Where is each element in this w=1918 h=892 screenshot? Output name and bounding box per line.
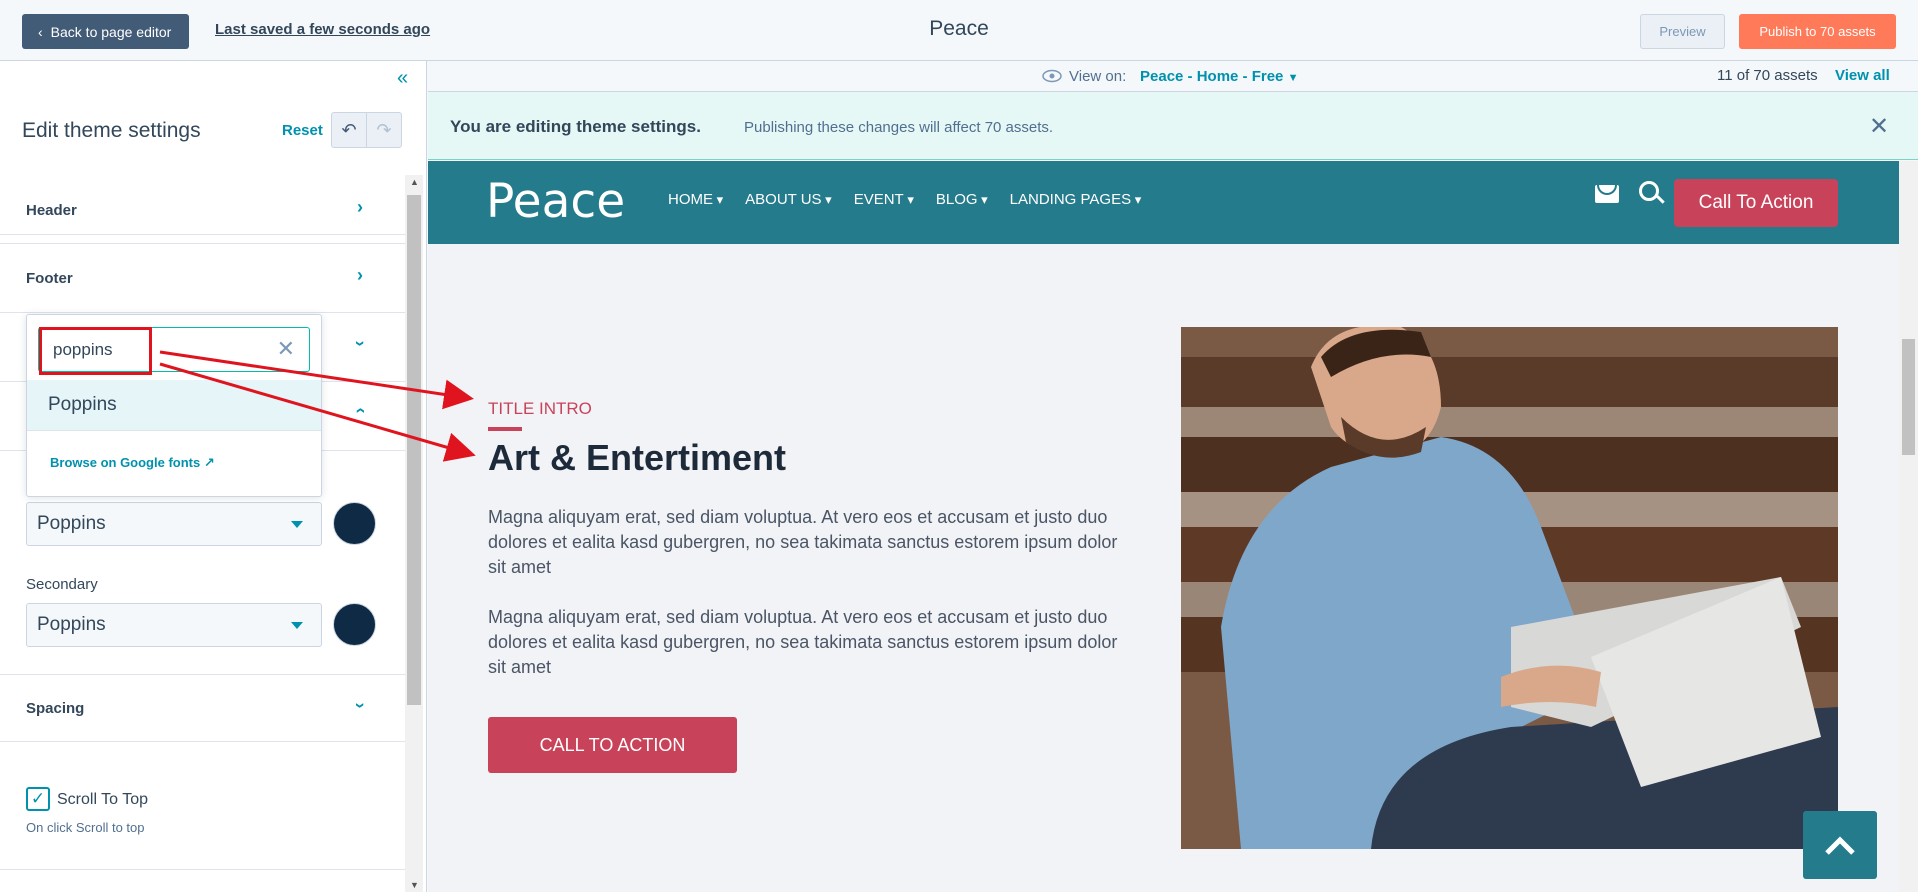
editing-banner: You are editing theme settings. Publishi…: [428, 91, 1918, 160]
primary-font-select[interactable]: Poppins: [26, 502, 322, 546]
preview-button[interactable]: Preview: [1640, 14, 1725, 49]
secondary-font-label: Secondary: [26, 576, 98, 593]
scroll-to-top-checkbox[interactable]: ✓: [26, 787, 50, 811]
view-bar: View on: Peace - Home - Free ▼ 11 of 70 …: [428, 61, 1918, 91]
primary-color-swatch[interactable]: [333, 502, 376, 545]
preview-area: View on: Peace - Home - Free ▼ 11 of 70 …: [428, 61, 1918, 892]
sidebar-scrollbar[interactable]: ▲ ▼: [405, 175, 423, 892]
nav-item-about-us[interactable]: ABOUT US: [745, 191, 832, 208]
title-intro: TITLE INTRO: [488, 399, 592, 418]
section-footer[interactable]: Footer ›: [0, 244, 405, 313]
view-page-value: Peace - Home - Free: [1140, 68, 1284, 85]
redo-icon[interactable]: ↷: [366, 112, 402, 148]
section-spacing-label: Spacing: [26, 700, 85, 717]
scroll-to-top-button[interactable]: [1803, 811, 1877, 879]
paragraph-1: Magna aliquyam erat, sed diam voluptua. …: [488, 507, 1118, 577]
back-button-label: Back to page editor: [50, 23, 172, 40]
theme-settings-sidebar: « Edit theme settings Reset ↶ ↷ Header ›…: [0, 61, 427, 892]
secondary-font-select[interactable]: Poppins: [26, 603, 322, 647]
top-bar: ‹ Back to page editor Last saved a few s…: [0, 0, 1918, 61]
eye-icon: [1042, 69, 1062, 83]
header-cta-button[interactable]: Call To Action: [1674, 179, 1838, 227]
hero-photo: [1181, 327, 1838, 849]
chevron-right-icon: ›: [357, 197, 363, 217]
scrollbar-thumb[interactable]: [1902, 339, 1915, 455]
site-logo[interactable]: Peace: [486, 174, 625, 229]
close-icon[interactable]: ✕: [277, 336, 295, 362]
mail-icon[interactable]: [1595, 185, 1619, 203]
chevron-down-icon: ›: [350, 340, 371, 347]
nav-item-home[interactable]: HOME: [668, 191, 723, 208]
scroll-down-icon[interactable]: ▼: [410, 880, 419, 890]
reset-button[interactable]: Reset: [282, 122, 323, 139]
primary-font-value: Poppins: [37, 513, 106, 534]
nav-item-blog[interactable]: BLOG: [936, 191, 988, 208]
last-saved-link[interactable]: Last saved a few seconds ago: [215, 21, 430, 38]
sidebar-title: Edit theme settings: [22, 119, 201, 142]
arrow-up-icon: [1825, 836, 1855, 855]
paragraph-2: Magna aliquyam erat, sed diam voluptua. …: [488, 607, 1118, 677]
preview-scrollbar[interactable]: [1899, 161, 1918, 892]
divider: [27, 430, 321, 431]
nav-item-landing-pages[interactable]: LANDING PAGES: [1010, 191, 1142, 208]
section-footer-label: Footer: [26, 270, 73, 287]
scroll-up-icon[interactable]: ▲: [410, 177, 419, 187]
caret-down-icon: [291, 521, 303, 528]
nav-item-event[interactable]: EVENT: [854, 191, 914, 208]
divider: [0, 869, 405, 870]
caret-down-icon: [291, 622, 303, 629]
view-page-select[interactable]: Peace - Home - Free ▼: [1140, 68, 1298, 85]
caret-down-icon: ▼: [1287, 72, 1299, 84]
section-spacing[interactable]: Spacing ›: [0, 674, 405, 742]
section-header-label: Header: [26, 202, 77, 219]
view-on-label: View on:: [1069, 68, 1127, 85]
section-header[interactable]: Header ›: [0, 175, 405, 244]
site-preview: Peace HOME ABOUT US EVENT BLOG LANDING P…: [428, 161, 1899, 892]
undo-icon[interactable]: ↶: [331, 112, 367, 148]
double-chevron-left-icon[interactable]: «: [397, 67, 408, 90]
browse-google-fonts-label: Browse on Google fonts: [50, 455, 201, 470]
site-header: Peace HOME ABOUT US EVENT BLOG LANDING P…: [428, 161, 1899, 244]
chevron-right-icon: ›: [357, 265, 363, 285]
man-with-laptop-illustration: [1181, 327, 1838, 849]
scroll-to-top-help: On click Scroll to top: [26, 820, 145, 835]
view-all-link[interactable]: View all: [1835, 67, 1890, 84]
chevron-left-icon: ‹: [38, 23, 43, 40]
close-icon[interactable]: ✕: [1869, 112, 1889, 141]
section-heading: Art & Entertiment: [488, 437, 787, 478]
scrollbar-thumb[interactable]: [407, 195, 421, 705]
back-to-editor-button[interactable]: ‹ Back to page editor: [22, 14, 190, 49]
banner-title: You are editing theme settings.: [450, 117, 701, 136]
title-intro-underline: [488, 427, 522, 431]
banner-text: Publishing these changes will affect 70 …: [744, 119, 1054, 136]
browse-google-fonts-link[interactable]: Browse on Google fonts ↗: [50, 455, 215, 471]
annotation-highlight-box: [39, 327, 152, 375]
secondary-font-value: Poppins: [37, 614, 106, 635]
external-link-icon: ↗: [203, 455, 215, 470]
check-icon: ✓: [30, 789, 46, 808]
secondary-color-swatch[interactable]: [333, 603, 376, 646]
assets-count: 11 of 70 assets: [1717, 67, 1818, 84]
scroll-to-top-label: Scroll To Top: [57, 791, 149, 808]
publish-button[interactable]: Publish to 70 assets: [1739, 14, 1896, 49]
chevron-down-icon: ›: [350, 702, 371, 709]
font-option-poppins[interactable]: Poppins: [27, 380, 321, 430]
site-nav: HOME ABOUT US EVENT BLOG LANDING PAGES: [668, 191, 1141, 208]
chevron-up-icon: ›: [349, 407, 370, 414]
search-icon[interactable]: [1639, 181, 1659, 201]
cta-button[interactable]: CALL TO ACTION: [488, 717, 737, 773]
